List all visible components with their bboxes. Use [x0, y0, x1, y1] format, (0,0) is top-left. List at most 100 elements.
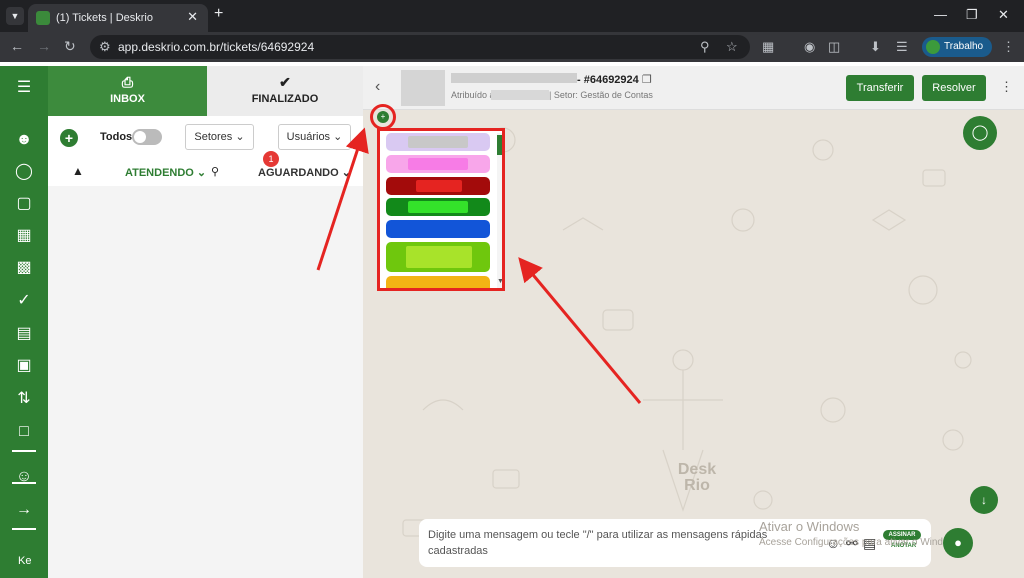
- menu-icon[interactable]: ☰: [14, 78, 34, 98]
- setores-label: Setores: [194, 131, 233, 143]
- search-icon[interactable]: ⚲: [211, 165, 219, 178]
- bookmark-star-icon[interactable]: ☆: [726, 39, 738, 55]
- sector-label: | Setor: Gestão de Contas: [549, 90, 653, 100]
- extensions-icon[interactable]: ▦: [762, 39, 774, 55]
- back-icon[interactable]: ←: [10, 38, 24, 54]
- incognito-icon[interactable]: ◉: [804, 39, 815, 55]
- tab-inbox-label: INBOX: [110, 93, 145, 105]
- profile-avatar: [926, 40, 940, 54]
- user-icon[interactable]: ☻: [14, 130, 34, 150]
- browser-menu-icon[interactable]: ⋮: [1002, 39, 1015, 55]
- windows-watermark-line1: Ativar o Windows: [759, 519, 860, 534]
- users-icon[interactable]: ☺: [14, 467, 34, 487]
- todos-label: Todos: [100, 131, 133, 143]
- tag-option[interactable]: [386, 198, 490, 216]
- add-tag-button[interactable]: +: [377, 111, 389, 123]
- reload-icon[interactable]: ↻: [64, 38, 76, 55]
- rail-divider: [12, 482, 36, 484]
- scroll-down-button[interactable]: ↓: [970, 486, 998, 514]
- media-icon[interactable]: ☰: [896, 39, 908, 55]
- chat-header: ‹ - #64692924 ❐ Atribuído a: | Setor: Ge…: [363, 66, 1024, 110]
- zoom-icon[interactable]: ⚲: [700, 39, 710, 55]
- deskrio-favicon-icon: [36, 11, 50, 25]
- chat-icon[interactable]: ◯: [14, 162, 34, 182]
- browser-tab-bar: ▼ (1) Tickets | Deskrio ✕ + — ❐ ✕: [0, 0, 1024, 32]
- feedback-icon[interactable]: □: [14, 422, 34, 442]
- tag-option[interactable]: [386, 177, 490, 195]
- quick-reply-icon[interactable]: ▣: [14, 356, 34, 376]
- windows-activation-watermark: Ativar o Windows Acesse Configurações pa…: [759, 519, 964, 551]
- profile-button[interactable]: Trabalho: [922, 37, 992, 57]
- microphone-button[interactable]: ●: [943, 528, 973, 558]
- aguardando-filter[interactable]: AGUARDANDO ⌄: [258, 166, 351, 179]
- calendar-icon[interactable]: ▤: [14, 324, 34, 344]
- new-tab-button[interactable]: +: [214, 5, 223, 23]
- ticket-list: [48, 186, 363, 578]
- assigned-user-redacted: [491, 90, 549, 100]
- restore-icon[interactable]: ❐: [966, 7, 978, 23]
- kanban-icon[interactable]: ▩: [14, 258, 34, 278]
- filter-bar: + Todos Setores ⌄ Usuários ⌄ ▲ ATENDENDO…: [48, 116, 363, 186]
- tag-option[interactable]: [386, 155, 490, 173]
- tag-option[interactable]: [386, 242, 490, 272]
- deskrio-watermark: Desk Rio: [677, 461, 717, 494]
- tag-option[interactable]: [386, 276, 490, 288]
- user-initials[interactable]: Ke: [18, 555, 31, 567]
- chat-area: ‹ - #64692924 ❐ Atribuído a: | Setor: Ge…: [363, 66, 1024, 578]
- tab-search-button[interactable]: ▼: [6, 7, 24, 25]
- copy-icon[interactable]: ❐: [642, 74, 652, 86]
- setores-dropdown[interactable]: Setores ⌄: [185, 124, 254, 150]
- minimize-icon[interactable]: —: [934, 7, 947, 22]
- atendendo-label: ATENDENDO: [125, 167, 194, 179]
- browser-toolbar: ← → ↻ ⚙ app.deskrio.com.br/tickets/64692…: [0, 32, 1024, 62]
- tab-inbox[interactable]: ⎙ INBOX: [48, 66, 207, 116]
- dashboard-icon[interactable]: ▦: [14, 226, 34, 246]
- bell-icon[interactable]: ▲: [72, 164, 84, 178]
- forward-icon[interactable]: →: [37, 38, 51, 54]
- contact-avatar: [401, 70, 445, 106]
- translate-icon[interactable]: ◫: [828, 39, 840, 55]
- atendendo-filter[interactable]: ATENDENDO ⌄: [125, 166, 206, 179]
- new-ticket-button[interactable]: +: [60, 129, 78, 147]
- address-bar[interactable]: ⚙ app.deskrio.com.br/tickets/64692924 ⚲ …: [90, 35, 750, 59]
- scroll-down-arrow-icon[interactable]: ▼: [497, 278, 502, 285]
- check-circle-icon: ✔: [279, 74, 291, 90]
- profile-label: Trabalho: [944, 41, 984, 52]
- check-icon[interactable]: ✓: [14, 291, 34, 311]
- message-input[interactable]: Digite uma mensagem ou tecle "/" para ut…: [428, 527, 788, 559]
- site-info-icon[interactable]: ⚙: [99, 39, 111, 55]
- dropdown-scrollbar[interactable]: [497, 133, 502, 288]
- app-sidebar: ☰ ☻ ◯ ▢ ▦ ▩ ✓ ▤ ▣ ⇅ □ ☺ →: [0, 66, 48, 578]
- usuarios-label: Usuários: [286, 131, 331, 143]
- logout-icon[interactable]: →: [14, 500, 34, 520]
- tab-finalizado[interactable]: ✔ FINALIZADO: [207, 66, 363, 116]
- resolve-button[interactable]: Resolver: [922, 75, 986, 101]
- close-window-icon[interactable]: ✕: [998, 7, 1009, 23]
- aguardando-count-badge: 1: [263, 151, 279, 167]
- tab-finalizado-label: FINALIZADO: [251, 93, 319, 105]
- tab-title: (1) Tickets | Deskrio: [56, 12, 153, 24]
- tag-color-dropdown: ▼: [377, 128, 505, 291]
- close-tab-icon[interactable]: ✕: [187, 9, 198, 25]
- transfer-button[interactable]: Transferir: [846, 75, 914, 101]
- rail-divider: [12, 528, 36, 530]
- browser-tab[interactable]: (1) Tickets | Deskrio ✕: [28, 4, 208, 32]
- back-chevron-icon[interactable]: ‹: [375, 78, 380, 96]
- usuarios-dropdown[interactable]: Usuários ⌄: [278, 124, 351, 150]
- new-chat-fab[interactable]: ◯: [963, 116, 997, 150]
- rail-divider: [12, 450, 36, 452]
- tag-option[interactable]: [386, 133, 490, 151]
- ticket-list-panel: ⎙ INBOX ✔ FINALIZADO + Todos Setores ⌄ U…: [48, 66, 363, 578]
- url-text: app.deskrio.com.br/tickets/64692924: [118, 40, 315, 54]
- dropdown-scrollbar-thumb[interactable]: [497, 135, 502, 155]
- contacts-icon[interactable]: ▢: [14, 194, 34, 214]
- flow-icon[interactable]: ⇅: [14, 389, 34, 409]
- ticket-id: - #64692924 ❐: [577, 74, 652, 86]
- tag-option[interactable]: [386, 220, 490, 238]
- aguardando-label: AGUARDANDO: [258, 167, 339, 179]
- more-options-icon[interactable]: ⋮: [1000, 79, 1013, 95]
- download-icon[interactable]: ⬇: [870, 39, 881, 55]
- contact-name-redacted: [451, 73, 577, 83]
- windows-watermark-line2: Acesse Configurações para ativar o Windo…: [759, 537, 964, 548]
- todos-toggle[interactable]: [132, 129, 162, 145]
